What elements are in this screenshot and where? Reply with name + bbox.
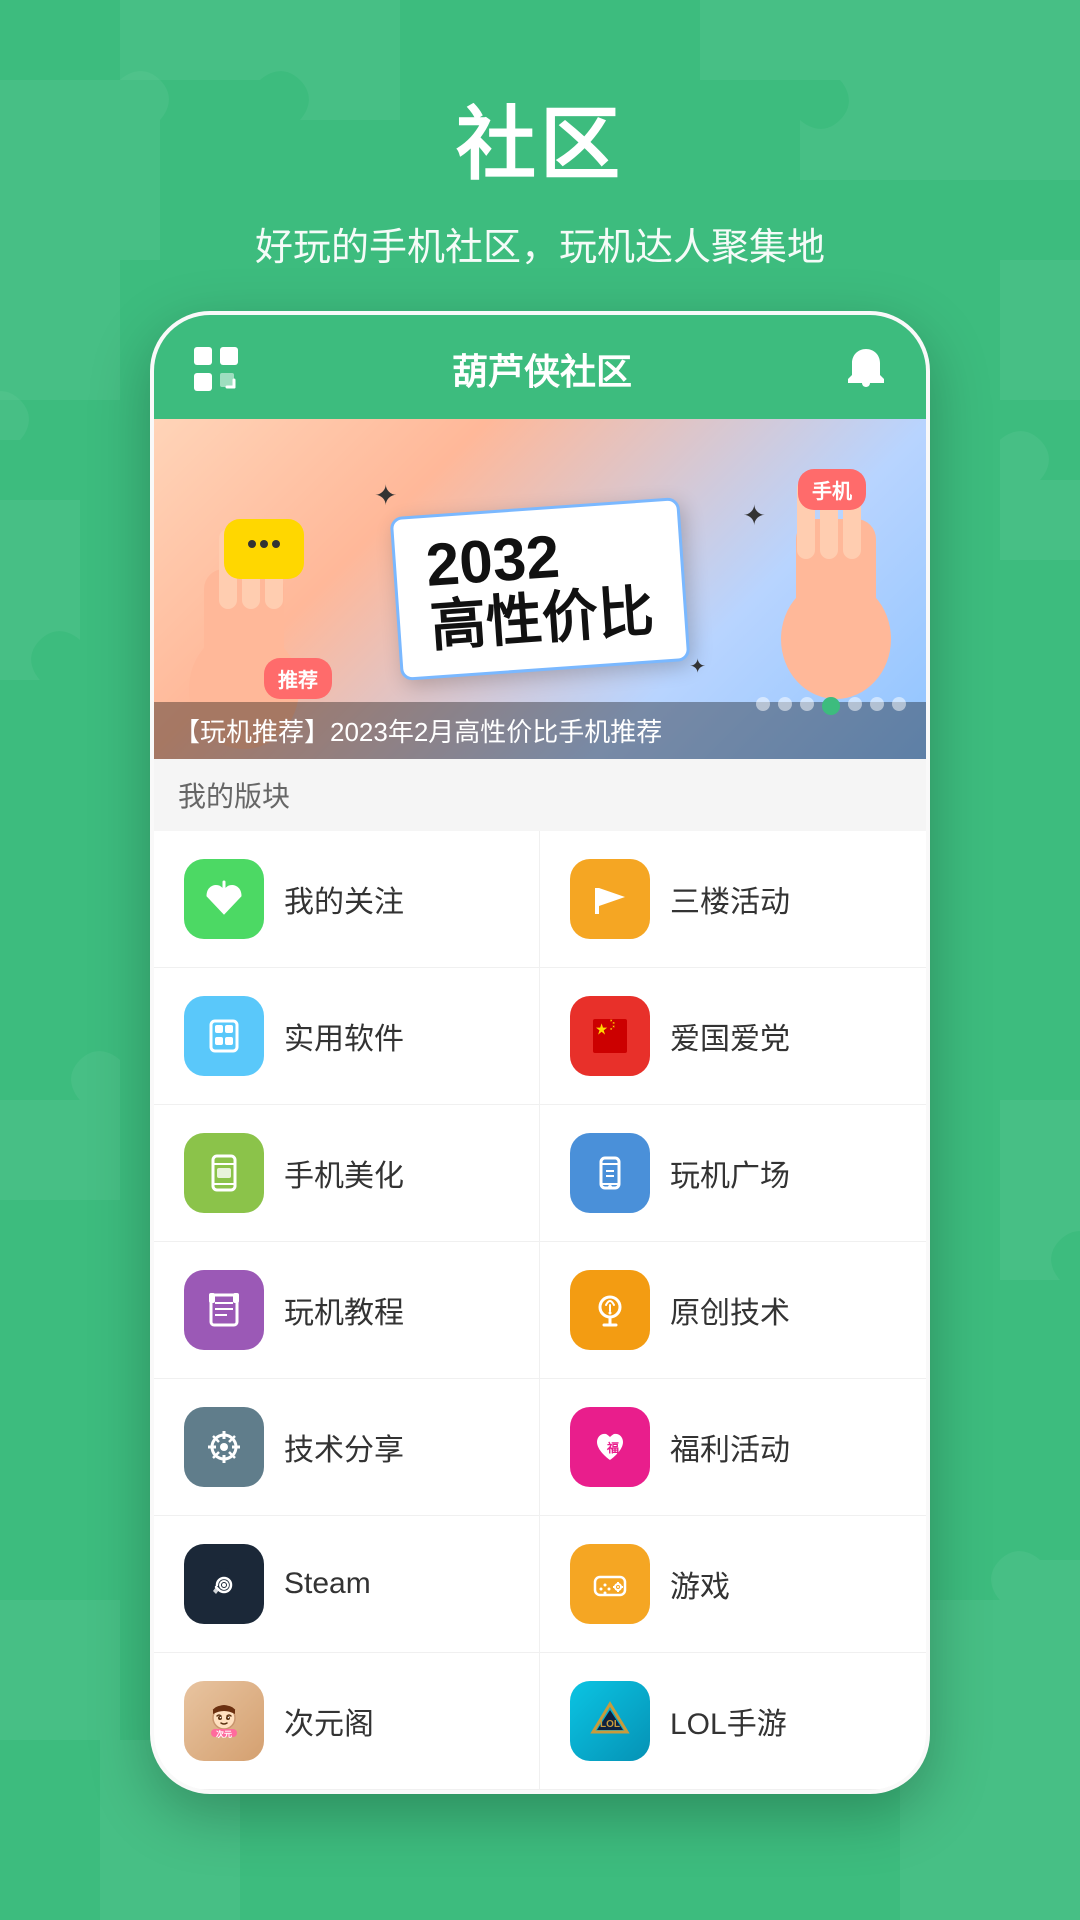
dot-3[interactable] <box>800 697 814 711</box>
banner[interactable]: 2032 高性价比 ✦ ✦ ✦ 手机 推荐 <box>154 419 926 759</box>
dot-7[interactable] <box>892 697 906 711</box>
sparkle-1: ✦ <box>374 479 397 512</box>
welfare-icon: 福 <box>570 1407 650 1487</box>
welfare-label: 福利活动 <box>670 1425 790 1469</box>
software-icon <box>184 996 264 1076</box>
banner-dots <box>756 697 906 715</box>
software-label: 实用软件 <box>284 1014 404 1058</box>
anime-label: 次元阁 <box>284 1699 374 1743</box>
beauty-icon <box>184 1133 264 1213</box>
badge-tuijian: 推荐 <box>264 658 332 699</box>
banner-main-text: 高性价比 <box>428 580 656 657</box>
patriot-label: 爱国爱党 <box>670 1014 790 1058</box>
lol-icon: LOL <box>570 1681 650 1761</box>
dot-4[interactable] <box>822 697 840 715</box>
menu-item-welfare[interactable]: 福 福利活动 <box>540 1379 926 1516</box>
menu-item-original[interactable]: 原创技术 <box>540 1242 926 1379</box>
patriot-icon <box>570 996 650 1076</box>
menu-grid: 我的关注 三楼活动 <box>154 831 926 1790</box>
original-label: 原创技术 <box>670 1288 790 1332</box>
menu-item-games[interactable]: 游戏 <box>540 1516 926 1653</box>
tech-label: 技术分享 <box>284 1425 404 1469</box>
menu-item-tech[interactable]: 技术分享 <box>154 1379 540 1516</box>
games-label: 游戏 <box>670 1562 730 1606</box>
anime-icon: 次元 <box>184 1681 264 1761</box>
menu-item-beauty[interactable]: 手机美化 <box>154 1105 540 1242</box>
menu-item-tutorial[interactable]: 玩机教程 <box>154 1242 540 1379</box>
lol-label: LOL手游 <box>670 1699 787 1743</box>
apps-icon[interactable] <box>190 343 242 395</box>
dot-1[interactable] <box>756 697 770 711</box>
menu-item-plaza[interactable]: 玩机广场 <box>540 1105 926 1242</box>
svg-text:福: 福 <box>606 1440 619 1455</box>
beauty-label: 手机美化 <box>284 1151 404 1195</box>
app-header: 葫芦侠社区 <box>154 315 926 419</box>
svg-text:LOL: LOL <box>600 1719 620 1730</box>
plaza-icon <box>570 1133 650 1213</box>
banner-chat-icon <box>224 519 304 579</box>
my-blocks-section-header: 我的版块 <box>154 759 926 831</box>
menu-item-patriot[interactable]: 爱国爱党 <box>540 968 926 1105</box>
page-title: 社区 <box>0 80 1080 196</box>
phone-mockup: 葫芦侠社区 <box>150 311 930 1794</box>
dot-2[interactable] <box>778 697 792 711</box>
menu-item-steam[interactable]: Steam <box>154 1516 540 1653</box>
menu-item-activity[interactable]: 三楼活动 <box>540 831 926 968</box>
tutorial-icon <box>184 1270 264 1350</box>
dot-5[interactable] <box>848 697 862 711</box>
sparkle-2: ✦ <box>743 499 766 532</box>
badge-shouji: 手机 <box>798 469 866 510</box>
notification-icon[interactable] <box>842 345 890 393</box>
games-icon <box>570 1544 650 1624</box>
steam-icon <box>184 1544 264 1624</box>
menu-item-software[interactable]: 实用软件 <box>154 968 540 1105</box>
svg-text:次元: 次元 <box>216 1729 232 1739</box>
original-icon <box>570 1270 650 1350</box>
tech-icon <box>184 1407 264 1487</box>
page-subtitle: 好玩的手机社区，玩机达人聚集地 <box>0 216 1080 271</box>
dot-6[interactable] <box>870 697 884 711</box>
menu-item-follow[interactable]: 我的关注 <box>154 831 540 968</box>
page-header: 社区 好玩的手机社区，玩机达人聚集地 <box>0 0 1080 311</box>
tutorial-label: 玩机教程 <box>284 1288 404 1332</box>
steam-label: Steam <box>284 1567 371 1601</box>
follow-label: 我的关注 <box>284 877 404 921</box>
follow-icon <box>184 859 264 939</box>
menu-item-anime[interactable]: 次元 次元阁 <box>154 1653 540 1790</box>
plaza-label: 玩机广场 <box>670 1151 790 1195</box>
content-area: 我的关注 三楼活动 <box>154 831 926 1790</box>
activity-icon <box>570 859 650 939</box>
menu-item-lol[interactable]: LOL LOL手游 <box>540 1653 926 1790</box>
activity-label: 三楼活动 <box>670 877 790 921</box>
app-title: 葫芦侠社区 <box>452 343 632 395</box>
sparkle-3: ✦ <box>689 654 706 679</box>
